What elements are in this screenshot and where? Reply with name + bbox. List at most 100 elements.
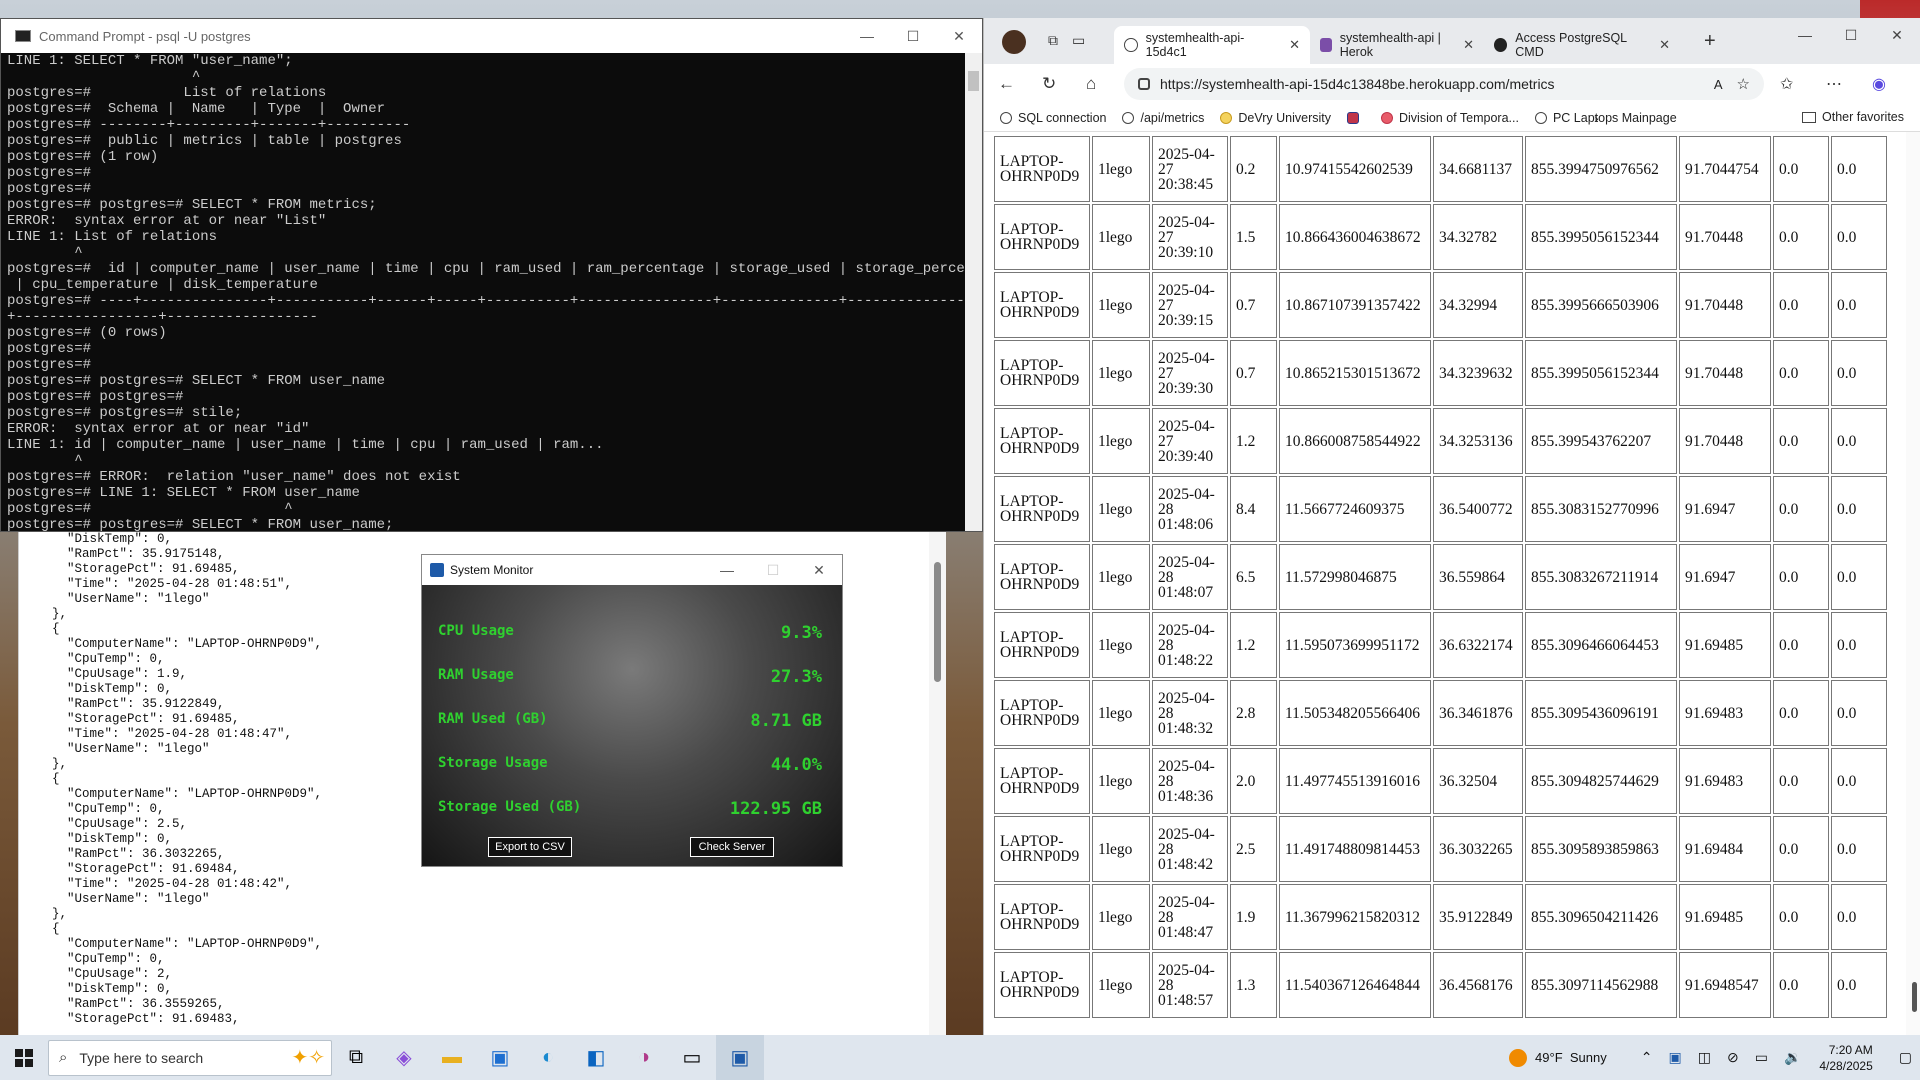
maximize-button[interactable]: ☐ — [750, 555, 796, 585]
cmd-line: postgres=# List of relations — [7, 85, 327, 101]
table-cell: 0.0 — [1831, 204, 1887, 270]
favorite-division[interactable]: Division of Tempora... — [1381, 111, 1519, 125]
maximize-button[interactable]: ☐ — [890, 19, 936, 53]
table-cell: 10.867107391357422 — [1279, 272, 1431, 338]
tab-heroku[interactable]: systemhealth-api | Herok ✕ — [1310, 26, 1484, 64]
system-monitor-taskbar-icon[interactable]: ▣ — [716, 1035, 764, 1080]
cmd-scrollbar[interactable] — [965, 53, 982, 531]
app-tray-icon[interactable]: ▣ — [1669, 1049, 1682, 1066]
back-icon[interactable]: ← — [998, 74, 1015, 94]
table-row: LAPTOP-OHRNP0D9 1lego 2025-04-27 20:39:10 1… — [994, 204, 1887, 270]
display-icon[interactable]: ▭ — [1755, 1049, 1768, 1066]
close-button[interactable]: ✕ — [936, 19, 982, 53]
outlook-icon[interactable]: ◧ — [572, 1035, 620, 1080]
home-icon[interactable]: ⌂ — [1086, 74, 1096, 94]
start-button[interactable] — [0, 1048, 48, 1067]
table-cell: 2025-04-28 01:48:36 — [1152, 748, 1228, 814]
cmd-output[interactable]: LINE 1: SELECT * FROM "user_name"; ^ post… — [7, 53, 964, 531]
table-cell: 0.0 — [1773, 680, 1829, 746]
clock[interactable]: 7:20 AM 4/28/2025 — [1819, 1042, 1872, 1074]
json-line: "DiskTemp": 0, — [37, 832, 173, 846]
table-cell: LAPTOP-OHRNP0D9 — [994, 884, 1090, 950]
favorite-sql-connection[interactable]: SQL connection — [1000, 111, 1106, 125]
network-status-icon[interactable]: ⊘ — [1727, 1049, 1739, 1066]
cmd-line: ^ — [7, 69, 201, 85]
table-row: LAPTOP-OHRNP0D9 1lego 2025-04-28 01:48:57 1… — [994, 952, 1887, 1018]
tab-bar: ⧉ ▭ systemhealth-api-15d4c1 ✕ systemheal… — [984, 18, 1920, 64]
json-line: "ComputerName": "LAPTOP-OHRNP0D9", — [37, 937, 323, 951]
table-cell: 11.505348205566406 — [1279, 680, 1431, 746]
table-cell: LAPTOP-OHRNP0D9 — [994, 680, 1090, 746]
maximize-button[interactable]: ☐ — [1828, 18, 1874, 52]
json-scrollbar[interactable] — [929, 532, 946, 1035]
table-cell: 1lego — [1092, 680, 1150, 746]
table-cell: 855.3995056152344 — [1525, 340, 1677, 406]
refresh-icon[interactable]: ↻ — [1042, 74, 1056, 94]
table-cell: 10.97415542602539 — [1279, 136, 1431, 202]
table-cell: 0.0 — [1773, 340, 1829, 406]
tab-postgres[interactable]: Access PostgreSQL CMD ✕ — [1484, 26, 1680, 64]
tab-close-icon[interactable]: ✕ — [1281, 37, 1300, 53]
export-csv-button[interactable]: Export to CSV — [488, 837, 572, 857]
tab-close-icon[interactable]: ✕ — [1651, 37, 1670, 53]
tab-metrics[interactable]: systemhealth-api-15d4c1 ✕ — [1114, 26, 1310, 64]
cmd-line: LINE 1: List of relations — [7, 229, 218, 245]
favorite-pc-laptops[interactable]: PC Laptops Mainpage — [1534, 111, 1677, 125]
table-cell: 36.559864 — [1433, 544, 1523, 610]
copilot-icon[interactable]: ◉ — [1872, 74, 1886, 94]
search-placeholder: Type here to search — [79, 1049, 204, 1066]
address-bar[interactable]: https://systemhealth-api-15d4c13848be.he… — [1124, 68, 1764, 100]
table-cell: 1lego — [1092, 204, 1150, 270]
json-line: "StoragePct": 91.69484, — [37, 862, 240, 876]
other-favorites[interactable]: Other favorites — [1802, 110, 1904, 124]
table-cell: 855.3096504211426 — [1525, 884, 1677, 950]
table-cell: 36.3461876 — [1433, 680, 1523, 746]
table-cell: 855.3995666503906 — [1525, 272, 1677, 338]
meet-icon[interactable]: ◫ — [1698, 1049, 1711, 1066]
favorite-star-icon[interactable]: ☆ — [1737, 75, 1750, 93]
table-cell: 1.5 — [1230, 204, 1277, 270]
copilot-taskbar-icon[interactable]: ◈ — [380, 1035, 428, 1080]
profile-avatar[interactable] — [1002, 30, 1026, 54]
store-icon[interactable]: ▣ — [476, 1035, 524, 1080]
favorite-shield[interactable] — [1347, 111, 1365, 124]
table-cell: 91.69485 — [1679, 612, 1771, 678]
favorites-icon[interactable]: ✩ — [1780, 74, 1793, 94]
table-cell: 0.0 — [1773, 952, 1829, 1018]
edge-icon[interactable]: ◐ — [524, 1035, 572, 1080]
check-server-button[interactable]: Check Server — [690, 837, 774, 857]
minimize-button[interactable]: — — [1782, 18, 1828, 52]
table-cell: 34.32994 — [1433, 272, 1523, 338]
edge-dev-icon[interactable]: ◑ — [620, 1035, 668, 1080]
more-icon[interactable]: ⋯ — [1826, 74, 1842, 94]
terminal-taskbar-icon[interactable]: ▭ — [668, 1035, 716, 1080]
tab-actions-icon[interactable]: ▭ — [1072, 32, 1085, 49]
json-line: "StoragePct": 91.69485, — [37, 712, 240, 726]
weather-widget[interactable]: 49°F Sunny — [1509, 1048, 1607, 1067]
read-aloud-icon[interactable]: A — [1714, 77, 1723, 92]
minimize-button[interactable]: — — [704, 555, 750, 585]
address-toolbar: ← ↻ ⌂ https://systemhealth-api-15d4c1384… — [984, 64, 1920, 104]
file-explorer-icon[interactable]: ▬ — [428, 1035, 476, 1080]
table-cell: 0.0 — [1773, 272, 1829, 338]
volume-icon[interactable]: 🔉 — [1784, 1049, 1801, 1066]
table-cell: 0.0 — [1773, 544, 1829, 610]
cmd-line: postgres=# (1 row) — [7, 149, 159, 165]
task-view-icon[interactable]: ⧉ — [332, 1035, 380, 1080]
workspaces-icon[interactable]: ⧉ — [1048, 32, 1058, 49]
chevron-right-icon[interactable]: › — [1594, 110, 1599, 126]
taskbar-search[interactable]: ⌕ Type here to search ✦✧ — [48, 1039, 332, 1076]
chevron-up-icon[interactable]: ⌃ — [1641, 1049, 1653, 1066]
notifications-icon[interactable]: ▢ — [1899, 1049, 1912, 1066]
table-row: LAPTOP-OHRNP0D9 1lego 2025-04-27 20:39:30 0… — [994, 340, 1887, 406]
minimize-button[interactable]: — — [844, 19, 890, 53]
close-button[interactable]: ✕ — [796, 555, 842, 585]
table-cell: 91.70448 — [1679, 408, 1771, 474]
table-cell: 855.3995056152344 — [1525, 204, 1677, 270]
close-button[interactable]: ✕ — [1874, 18, 1920, 52]
favorite-devry[interactable]: DeVry University — [1220, 111, 1331, 125]
new-tab-button[interactable]: + — [1704, 30, 1716, 53]
page-scrollbar[interactable] — [1906, 132, 1920, 1035]
tab-close-icon[interactable]: ✕ — [1455, 37, 1474, 53]
favorite-api-metrics[interactable]: /api/metrics — [1122, 111, 1204, 125]
